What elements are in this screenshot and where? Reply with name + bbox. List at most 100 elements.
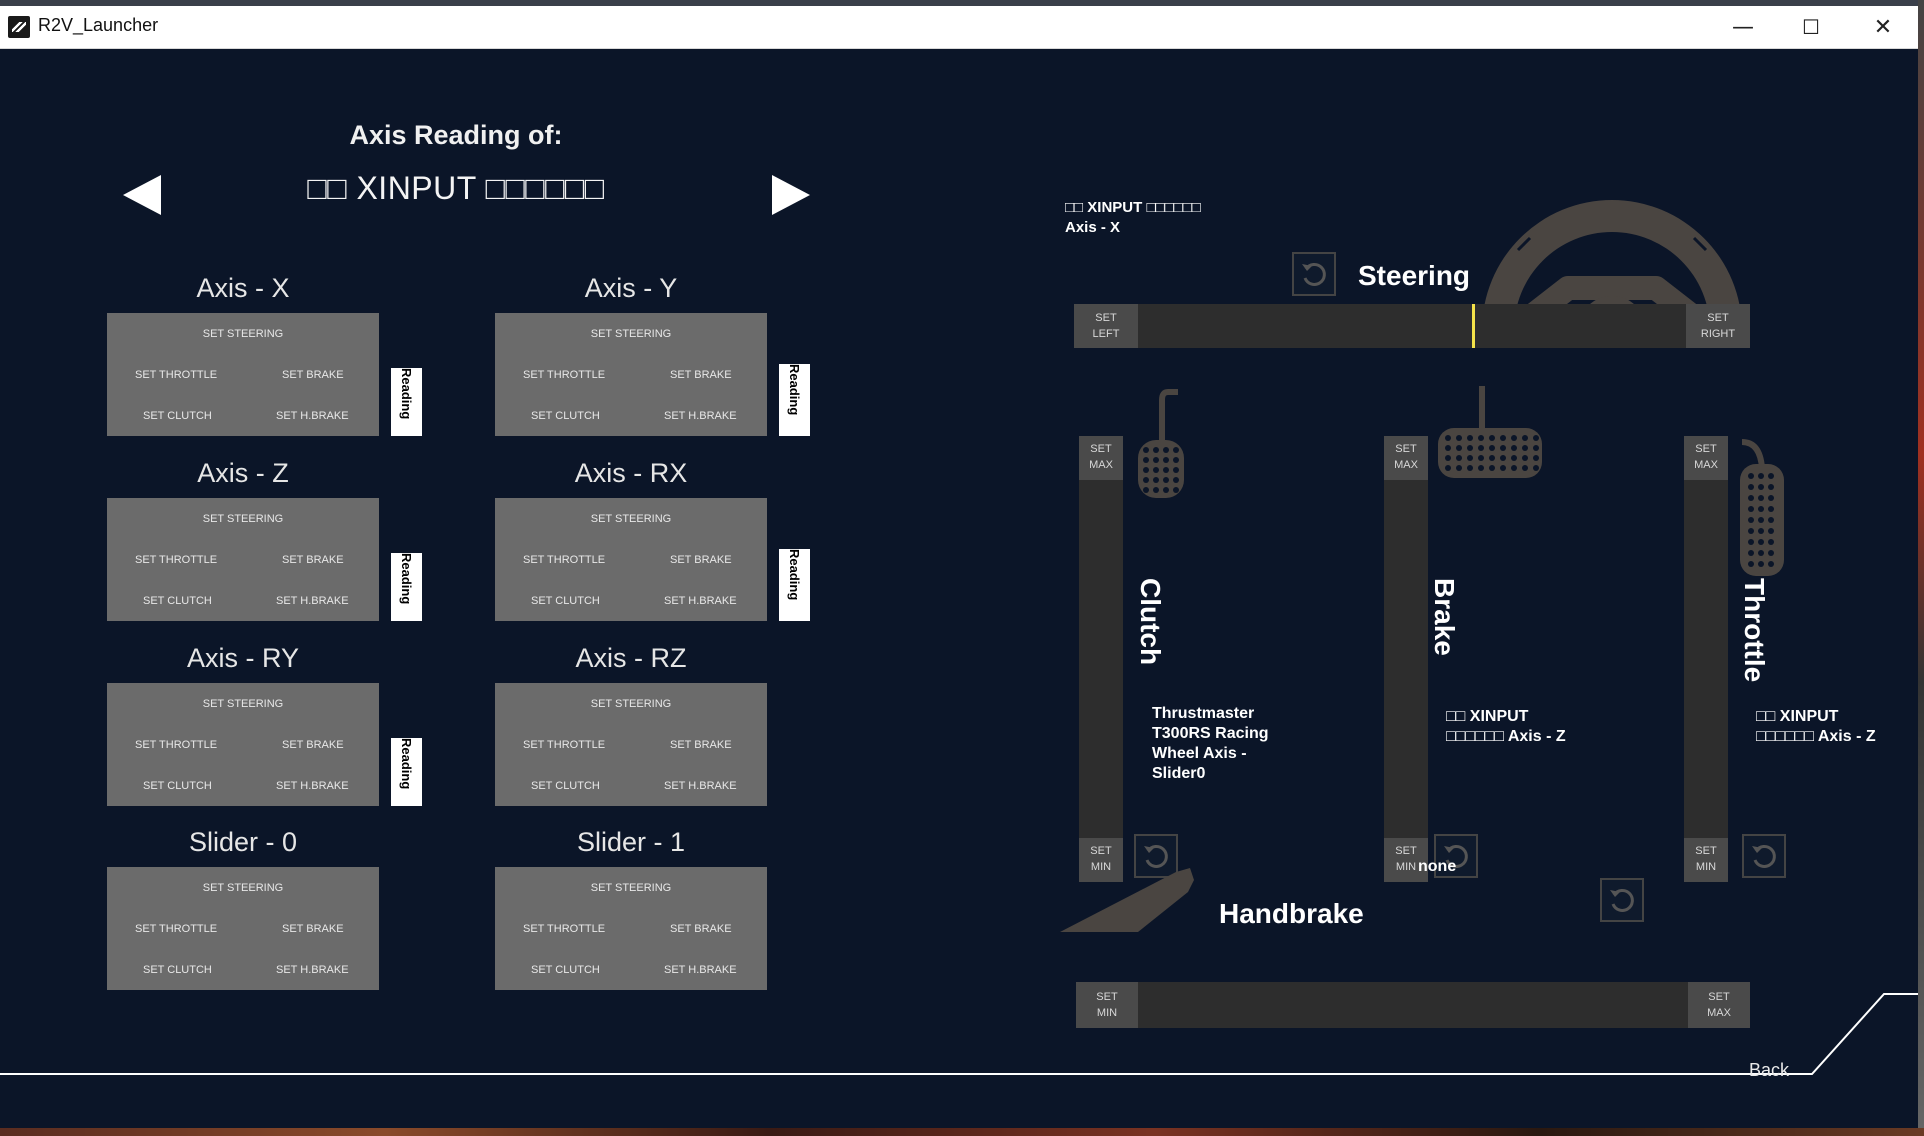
reset-icon <box>1752 844 1776 868</box>
set-steering-option[interactable]: SET STEERING <box>107 328 379 340</box>
app-window: R2V_Launcher — ☐ ✕ Axis Reading of: □□ X… <box>0 6 1918 1128</box>
set-throttle-option[interactable]: SET THROTTLE <box>135 369 217 381</box>
reading-label: Reading <box>787 364 802 416</box>
set-brake-option[interactable]: SET BRAKE <box>670 554 732 566</box>
set-handbrake-option[interactable]: SET H.BRAKE <box>276 595 349 607</box>
assignment-line: Wheel Axis - <box>1152 745 1247 762</box>
next-device-arrow-icon[interactable] <box>772 175 810 215</box>
set-handbrake-option[interactable]: SET H.BRAKE <box>664 780 737 792</box>
set-steering-option[interactable]: SET STEERING <box>495 513 767 525</box>
set-handbrake-option[interactable]: SET H.BRAKE <box>276 780 349 792</box>
title-bar[interactable]: R2V_Launcher — ☐ ✕ <box>0 6 1918 49</box>
steering-reset-button[interactable] <box>1292 252 1336 296</box>
close-button[interactable]: ✕ <box>1848 6 1918 48</box>
minimize-button[interactable]: — <box>1708 6 1778 48</box>
set-max-label: SET <box>1695 443 1717 455</box>
window-title: R2V_Launcher <box>38 15 159 35</box>
brake-set-max-button[interactable]: SET MAX <box>1384 436 1428 480</box>
footer-divider-line <box>0 993 1918 1075</box>
set-clutch-option[interactable]: SET CLUTCH <box>531 410 600 422</box>
set-brake-option[interactable]: SET BRAKE <box>670 739 732 751</box>
handbrake-lever-icon <box>1060 868 1194 932</box>
set-throttle-option[interactable]: SET THROTTLE <box>135 923 217 935</box>
desktop-background-bottom <box>0 1128 1924 1136</box>
set-steering-option[interactable]: SET STEERING <box>107 698 379 710</box>
reading-indicator: Reading <box>391 738 422 806</box>
clutch-pedal-icon <box>1138 389 1184 498</box>
set-brake-option[interactable]: SET BRAKE <box>282 554 344 566</box>
set-max-label: MAX <box>1694 459 1718 471</box>
set-min-label: MIN <box>1695 861 1717 873</box>
handbrake-reset-button[interactable] <box>1600 878 1644 922</box>
clutch-title: Clutch <box>1135 578 1166 666</box>
set-steering-option[interactable]: SET STEERING <box>107 882 379 894</box>
axis-label: Axis - Y <box>584 273 678 303</box>
set-left-label-1: SET <box>1095 312 1117 324</box>
assignment-line: □□ XINPUT <box>1756 708 1839 725</box>
set-min-label: SET <box>1695 845 1717 857</box>
clutch-set-max-button[interactable]: SET MAX <box>1079 436 1123 480</box>
throttle-set-max-button[interactable]: SET MAX <box>1684 436 1728 480</box>
assignment-line: □□□□□□ Axis - Z <box>1756 728 1876 745</box>
set-brake-option[interactable]: SET BRAKE <box>282 739 344 751</box>
throttle-pedal-icon <box>1740 439 1784 576</box>
set-clutch-option[interactable]: SET CLUTCH <box>531 595 600 607</box>
app-content: Axis Reading of: □□ XINPUT □□□□□□ Axis -… <box>0 48 1918 1128</box>
set-steering-option[interactable]: SET STEERING <box>495 328 767 340</box>
set-throttle-option[interactable]: SET THROTTLE <box>135 554 217 566</box>
throttle-pedal-bar: SET MAX SET MIN <box>1684 436 1728 882</box>
maximize-button[interactable]: ☐ <box>1776 6 1846 48</box>
set-min-label: SET <box>1395 845 1417 857</box>
handbrake-status: none <box>1418 858 1457 875</box>
set-right-button[interactable]: SET RIGHT <box>1686 304 1750 348</box>
set-brake-option[interactable]: SET BRAKE <box>282 369 344 381</box>
app-icon <box>8 16 30 38</box>
reading-label: Reading <box>787 549 802 601</box>
steering-title: Steering <box>1358 260 1471 291</box>
set-throttle-option[interactable]: SET THROTTLE <box>523 739 605 751</box>
set-steering-option[interactable]: SET STEERING <box>495 698 767 710</box>
throttle-assignment-info: □□ XINPUT □□□□□□ Axis - Z <box>1756 707 1876 747</box>
set-brake-option[interactable]: SET BRAKE <box>670 369 732 381</box>
previous-device-arrow-icon[interactable] <box>123 175 161 215</box>
set-steering-option[interactable]: SET STEERING <box>495 882 767 894</box>
set-right-label-1: SET <box>1707 312 1729 324</box>
set-brake-option[interactable]: SET BRAKE <box>670 923 732 935</box>
set-throttle-option[interactable]: SET THROTTLE <box>523 369 605 381</box>
set-handbrake-option[interactable]: SET H.BRAKE <box>664 595 737 607</box>
set-steering-option[interactable]: SET STEERING <box>107 513 379 525</box>
reset-icon <box>1302 262 1326 286</box>
set-handbrake-option[interactable]: SET H.BRAKE <box>664 410 737 422</box>
throttle-title: Throttle <box>1739 578 1770 683</box>
set-brake-option[interactable]: SET BRAKE <box>282 923 344 935</box>
axis-label: Axis - Z <box>197 458 289 488</box>
set-left-label-2: LEFT <box>1092 328 1120 340</box>
set-clutch-option[interactable]: SET CLUTCH <box>143 595 212 607</box>
set-max-label: MAX <box>1089 459 1113 471</box>
set-clutch-option[interactable]: SET CLUTCH <box>531 780 600 792</box>
steering-bar: SET LEFT SET RIGHT <box>1074 304 1750 348</box>
steering-position-indicator <box>1472 304 1475 348</box>
set-throttle-option[interactable]: SET THROTTLE <box>523 554 605 566</box>
set-throttle-option[interactable]: SET THROTTLE <box>135 739 217 751</box>
set-handbrake-option[interactable]: SET H.BRAKE <box>276 410 349 422</box>
axis-label: Axis - RY <box>186 643 300 673</box>
brake-assignment-info: □□ XINPUT □□□□□□ Axis - Z <box>1446 707 1566 747</box>
set-clutch-option[interactable]: SET CLUTCH <box>143 410 212 422</box>
set-throttle-option[interactable]: SET THROTTLE <box>523 923 605 935</box>
assignment-line: Thrustmaster <box>1152 705 1255 722</box>
axis-assignment-panel: SET STEERING SET THROTTLE SET BRAKE SET CLU… <box>107 498 379 621</box>
throttle-reset-button[interactable] <box>1742 834 1786 878</box>
axis-label: Axis - RZ <box>575 643 687 673</box>
back-button[interactable]: Back <box>1749 1060 1789 1081</box>
desktop-background-right <box>1918 0 1924 1136</box>
assignment-line: T300RS Racing <box>1152 725 1269 742</box>
throttle-set-min-button[interactable]: SET MIN <box>1684 838 1728 882</box>
set-left-button[interactable]: SET LEFT <box>1074 304 1138 348</box>
axis-assignment-panel: SET STEERING SET THROTTLE SET BRAKE SET CLU… <box>107 313 379 436</box>
set-max-label: MAX <box>1394 459 1418 471</box>
axis-assignment-panel: SET STEERING SET THROTTLE SET BRAKE SET CLU… <box>495 498 767 621</box>
set-clutch-option[interactable]: SET CLUTCH <box>143 780 212 792</box>
reset-icon <box>1610 888 1634 912</box>
set-max-label: SET <box>1090 443 1112 455</box>
